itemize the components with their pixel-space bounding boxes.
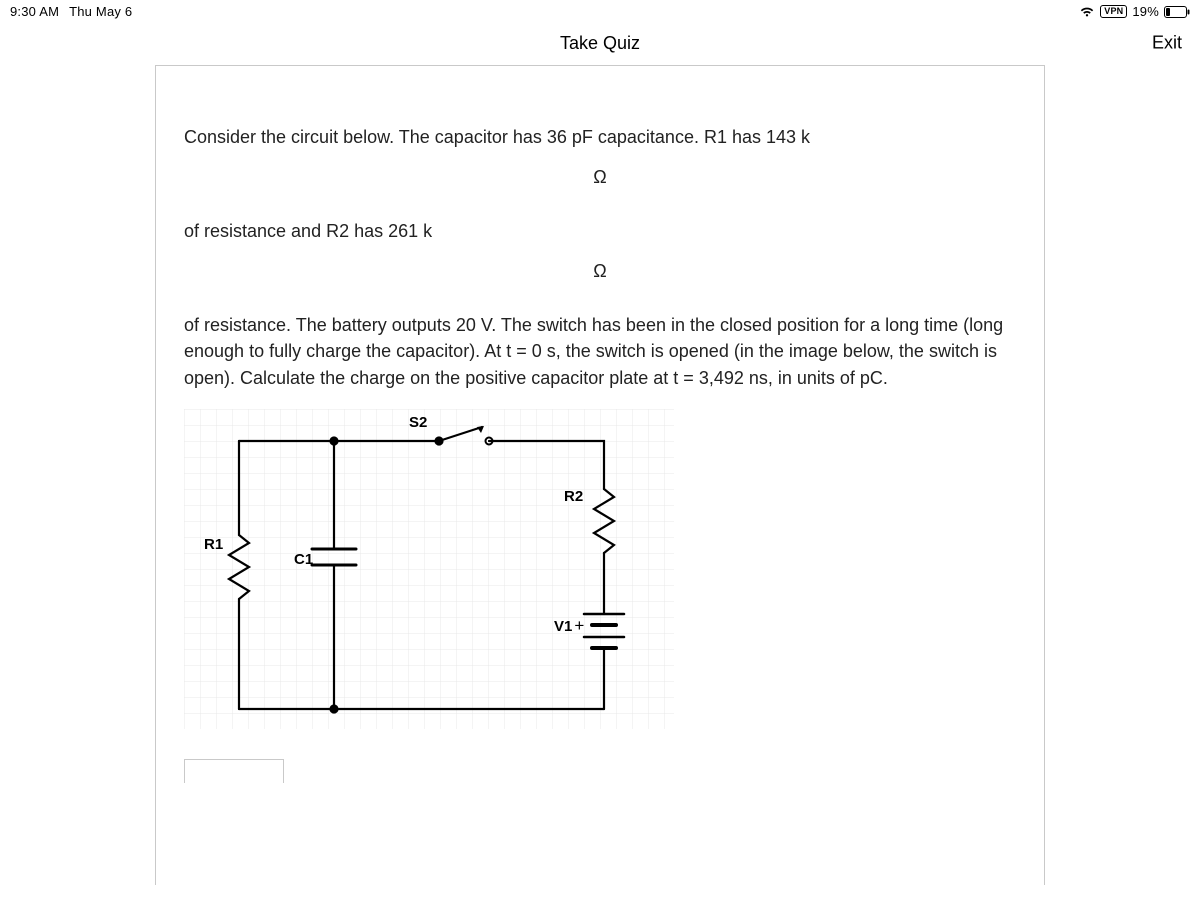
wifi-icon [1079,6,1095,18]
circuit-diagram: S2 R1 C1 R2 V1+ [184,409,674,729]
omega-symbol-2: Ω [184,258,1016,284]
question-line-1: Consider the circuit below. The capacito… [184,124,1016,150]
vpn-badge: VPN [1100,5,1127,18]
answer-input-outline[interactable] [184,759,284,783]
question-line-2: of resistance and R2 has 261 k [184,218,1016,244]
question-card: Consider the circuit below. The capacito… [155,65,1045,885]
battery-icon [1164,6,1190,18]
svg-text:V1+: V1+ [554,616,584,635]
question-line-3: of resistance. The battery outputs 20 V.… [184,312,1016,390]
circuit-label-s2: S2 [409,414,427,431]
omega-symbol-1: Ω [184,164,1016,190]
circuit-label-c1: C1 [294,551,313,568]
status-time: 9:30 AM [10,4,59,19]
page-title: Take Quiz [560,33,640,54]
circuit-label-r1: R1 [204,536,223,553]
status-bar: 9:30 AM Thu May 6 VPN 19% [0,0,1200,21]
exit-button[interactable]: Exit [1152,33,1182,54]
status-date: Thu May 6 [69,4,132,19]
circuit-label-v1: V1 [554,618,572,635]
app-header: Take Quiz Exit [0,21,1200,65]
battery-percent: 19% [1132,4,1159,19]
circuit-label-r2: R2 [564,488,583,505]
